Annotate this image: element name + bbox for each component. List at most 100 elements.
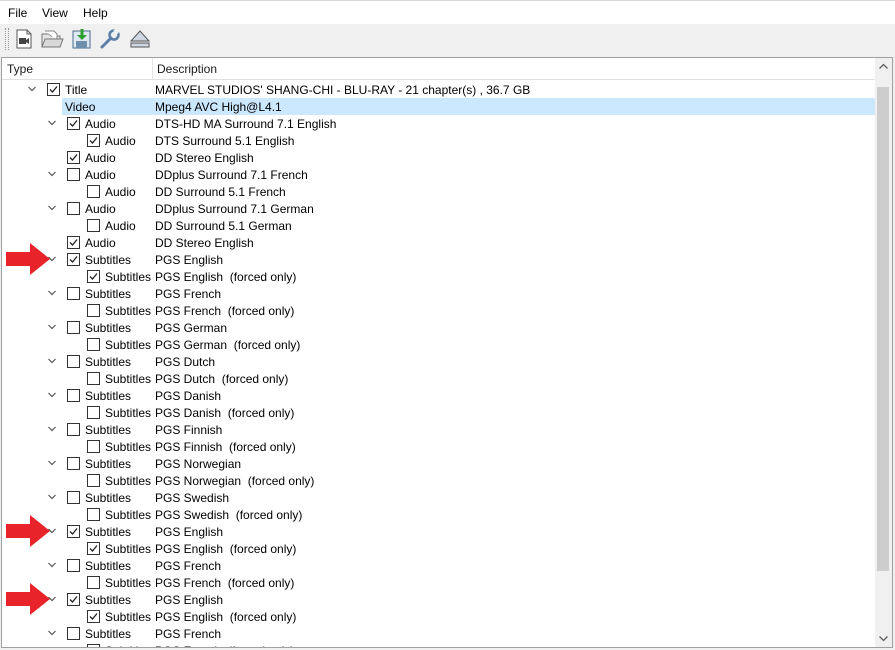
checkbox-unchecked[interactable] (87, 440, 100, 453)
expand-toggle[interactable] (47, 390, 57, 400)
column-separator[interactable] (152, 58, 153, 79)
checkbox-unchecked[interactable] (67, 423, 80, 436)
checkbox-checked[interactable] (87, 542, 100, 555)
checkbox-unchecked[interactable] (67, 389, 80, 402)
checkbox-unchecked[interactable] (67, 627, 80, 640)
tree-row[interactable]: Subtitles PGS French (2, 285, 875, 302)
checkbox-unchecked[interactable] (87, 304, 100, 317)
vertical-scrollbar[interactable] (875, 58, 892, 647)
tree-row[interactable]: SubtitlesPGS French (forced only) (2, 302, 875, 319)
checkbox-unchecked[interactable] (87, 474, 100, 487)
tree-row[interactable]: Audio DD Surround 5.1 German (2, 217, 875, 234)
tree-row[interactable]: Subtitles PGS German (2, 319, 875, 336)
checkbox-unchecked[interactable] (67, 559, 80, 572)
checkbox-unchecked[interactable] (67, 321, 80, 334)
checkbox-checked[interactable] (47, 83, 60, 96)
checkbox-unchecked[interactable] (87, 219, 100, 232)
tree-row[interactable]: Subtitles PGS English (forced only) (2, 268, 875, 285)
tree-row[interactable]: Video Mpeg4 AVC High@L4.1 (2, 98, 875, 115)
menu-help[interactable]: Help (83, 6, 108, 20)
checkbox-checked[interactable] (67, 593, 80, 606)
tree-row[interactable]: Subtitles PGS Danish (2, 387, 875, 404)
checkbox-unchecked[interactable] (67, 287, 80, 300)
expand-toggle[interactable] (47, 458, 57, 468)
tree-row[interactable]: Subtitles PGS Norwegian (forced only) (2, 472, 875, 489)
checkbox-checked[interactable] (67, 117, 80, 130)
tree-row[interactable]: Title MARVEL STUDIOS' SHANG-CHI - BLU-RAY… (2, 81, 875, 98)
expand-toggle[interactable] (47, 288, 57, 298)
tree-row[interactable]: Subtitles PGS Swedish (forced only) (2, 506, 875, 523)
save-download-icon (72, 29, 91, 49)
checkbox-checked[interactable] (87, 134, 100, 147)
tree-row[interactable]: Subtitles PGS English (2, 251, 875, 268)
scroll-down-button[interactable] (875, 630, 892, 647)
tree-row[interactable]: Subtitles PGS Dutch (2, 353, 875, 370)
open-video-file-button[interactable] (12, 27, 36, 51)
tree-row[interactable]: Subtitles PGS German (forced only) (2, 336, 875, 353)
tree-row[interactable]: SubtitlesPGS French (forced only) (2, 574, 875, 591)
expand-toggle[interactable] (47, 356, 57, 366)
expand-toggle[interactable] (47, 118, 57, 128)
tree-row[interactable]: Subtitles PGS Dutch (forced only) (2, 370, 875, 387)
expand-toggle[interactable] (47, 628, 57, 638)
expand-toggle[interactable] (47, 322, 57, 332)
track-type-label: Subtitles (85, 525, 132, 539)
tree-row[interactable]: Audio DD Surround 5.1 French (2, 183, 875, 200)
scroll-thumb[interactable] (877, 87, 889, 571)
tree-row[interactable]: Audio DTS-HD MA Surround 7.1 English (2, 115, 875, 132)
checkbox-unchecked[interactable] (67, 491, 80, 504)
tree-row[interactable]: Subtitles PGS English (2, 523, 875, 540)
tree-row[interactable]: Subtitles PGS English (forced only) (2, 608, 875, 625)
expand-toggle[interactable] (47, 203, 57, 213)
checkbox-checked[interactable] (67, 236, 80, 249)
checkbox-checked[interactable] (67, 525, 80, 538)
expand-toggle[interactable] (47, 424, 57, 434)
settings-button[interactable] (98, 27, 122, 51)
tree-row[interactable]: Subtitles PGS French (2, 625, 875, 642)
tree-row[interactable]: Subtitles PGS Finnish (2, 421, 875, 438)
menu-view[interactable]: View (42, 6, 68, 20)
checkbox-unchecked[interactable] (87, 185, 100, 198)
track-type-label: Subtitles (105, 610, 152, 624)
checkbox-unchecked[interactable] (87, 372, 100, 385)
tree-row[interactable]: SubtitlesPGS French (forced only) (2, 642, 875, 647)
expand-toggle[interactable] (47, 169, 57, 179)
tree-row[interactable]: Subtitles PGS English (2, 591, 875, 608)
tree-row[interactable]: Subtitles PGS Finnish (forced only) (2, 438, 875, 455)
column-header-type[interactable]: Type (7, 62, 33, 76)
expand-toggle[interactable] (47, 492, 57, 502)
tree-row[interactable]: Audio DDplus Surround 7.1 French (2, 166, 875, 183)
tree-row[interactable]: Subtitles PGS Norwegian (2, 455, 875, 472)
checkbox-checked[interactable] (87, 270, 100, 283)
eject-disc-button[interactable] (128, 27, 152, 51)
expand-toggle[interactable] (27, 84, 37, 94)
checkbox-checked[interactable] (87, 610, 100, 623)
checkbox-unchecked[interactable] (87, 338, 100, 351)
tree-row[interactable]: Subtitles PGS Swedish (2, 489, 875, 506)
tree-row[interactable]: Audio DD Stereo English (2, 234, 875, 251)
track-tree-view[interactable]: Type Description Title MARVEL STUDIOS' SH… (1, 57, 893, 648)
toolbar-grip[interactable] (5, 28, 9, 50)
tree-row[interactable]: Subtitles PGS English (forced only) (2, 540, 875, 557)
checkbox-unchecked[interactable] (87, 406, 100, 419)
tree-row[interactable]: Audio DD Stereo English (2, 149, 875, 166)
checkbox-unchecked[interactable] (67, 457, 80, 470)
checkbox-unchecked[interactable] (87, 508, 100, 521)
checkbox-checked[interactable] (67, 253, 80, 266)
tree-row[interactable]: Audio DDplus Surround 7.1 German (2, 200, 875, 217)
expand-toggle[interactable] (47, 560, 57, 570)
checkbox-unchecked[interactable] (67, 202, 80, 215)
menu-file[interactable]: File (8, 6, 27, 20)
tree-row[interactable]: Subtitles PGS French (2, 557, 875, 574)
tree-row[interactable]: Subtitles PGS Danish (forced only) (2, 404, 875, 421)
tree-row[interactable]: Audio DTS Surround 5.1 English (2, 132, 875, 149)
checkbox-unchecked[interactable] (67, 168, 80, 181)
checkbox-checked[interactable] (67, 151, 80, 164)
checkbox-unchecked[interactable] (87, 576, 100, 589)
open-folder-button[interactable] (40, 27, 64, 51)
save-output-button[interactable] (70, 27, 94, 51)
checkbox-unchecked[interactable] (87, 644, 100, 647)
scroll-up-button[interactable] (875, 58, 892, 75)
checkbox-unchecked[interactable] (67, 355, 80, 368)
column-header-description[interactable]: Description (157, 62, 217, 76)
